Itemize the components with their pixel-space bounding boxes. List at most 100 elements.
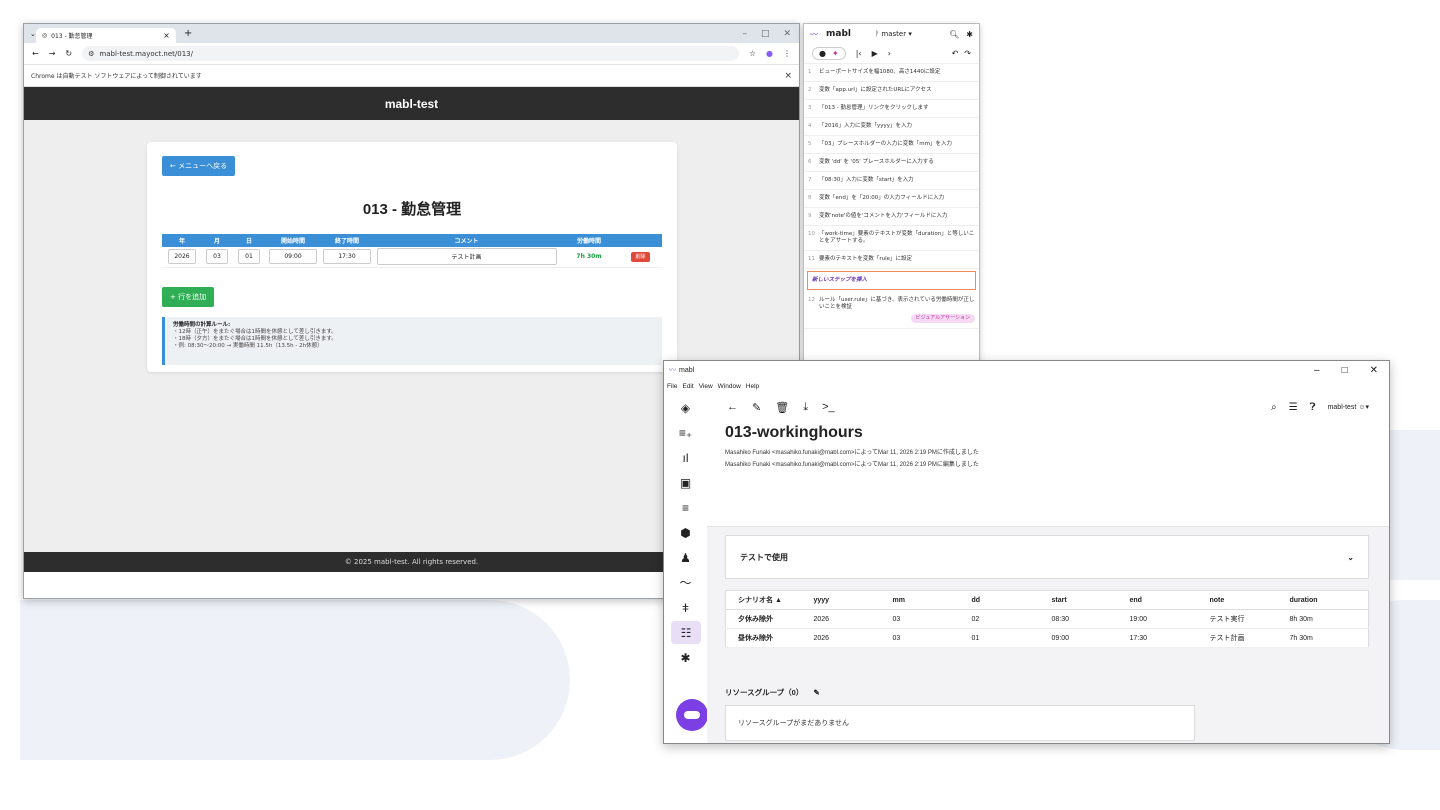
- mabl-logo-icon: 〰: [669, 367, 676, 374]
- search-icon[interactable]: 🔍︎: [949, 30, 959, 39]
- site-info-icon[interactable]: ⚙: [88, 50, 94, 58]
- table-row[interactable]: 昼休み除外 2026 03 01 09:00 17:30 テスト計画 7h 30…: [725, 628, 1369, 648]
- datatable-detail: ← ✎ 🗑︎ ⤓ >_ ⌕ ☰ ❓︎ mabl-test ☺▾ 013-work…: [707, 394, 1389, 743]
- start-time-input[interactable]: 09:00: [269, 249, 317, 265]
- plans-icon[interactable]: ≡: [664, 496, 707, 519]
- step-item[interactable]: 12 ルール「user.rule」に基づき、表示されている労働時間が正しいことを検…: [804, 292, 979, 329]
- maximize-icon[interactable]: □: [1342, 365, 1348, 376]
- used-in-tests-label: テストで使用: [740, 552, 788, 562]
- menu-file[interactable]: File: [667, 383, 677, 390]
- results-chart-icon[interactable]: ıl: [664, 446, 707, 469]
- rule-line: ・18時（夕方）をまたぐ場合は1時間を休憩として差し引きます。: [173, 336, 337, 342]
- step-item[interactable]: 3 「013 - 勤怠管理」リンクをクリックします: [804, 100, 979, 118]
- redo-icon[interactable]: ↷: [964, 49, 971, 58]
- address-bar-row: ← → ↻ ⚙ mabl-test.mayoct.net/013/ ☆ ● ⋮: [24, 43, 799, 65]
- chat-fab-button[interactable]: [676, 699, 708, 731]
- step-item[interactable]: 7 「08:30」入力に変数「start」を入力: [804, 172, 979, 190]
- step-item[interactable]: 8 変数「end」を「20:00」の入力フィールドに入力: [804, 190, 979, 208]
- forward-icon[interactable]: →: [49, 49, 56, 58]
- cell: 8h 30m: [1277, 609, 1369, 629]
- filter-icon[interactable]: ☰: [1289, 402, 1298, 413]
- record-icon[interactable]: ●: [819, 49, 826, 58]
- close-window-icon[interactable]: ✕: [783, 29, 791, 39]
- gear-icon[interactable]: ✱: [966, 30, 973, 39]
- col-scenario-name[interactable]: シナリオ名 ▲: [725, 590, 802, 610]
- comment-input[interactable]: テスト計画: [376, 248, 557, 266]
- step-item[interactable]: 1 ビューポートサイズを幅1080、高さ1440に設定: [804, 64, 979, 82]
- used-in-tests-panel[interactable]: テストで使用 ⌄: [725, 535, 1369, 579]
- help-icon[interactable]: ❓︎: [1310, 402, 1316, 413]
- maximize-icon[interactable]: □: [761, 29, 770, 39]
- accessibility-icon[interactable]: ǂ: [664, 596, 707, 619]
- edit-pencil-icon[interactable]: ✎: [752, 401, 761, 414]
- shield-icon[interactable]: ⬢: [664, 521, 707, 544]
- menu-edit[interactable]: Edit: [682, 383, 693, 390]
- calendar-icon[interactable]: ▣: [664, 471, 707, 494]
- back-icon[interactable]: ←: [32, 49, 39, 58]
- step-forward-icon[interactable]: ›: [888, 49, 891, 58]
- chevron-down-icon[interactable]: ⌄: [1347, 553, 1354, 562]
- trend-icon[interactable]: 〜: [664, 571, 707, 594]
- col-dd: dd: [959, 590, 1040, 610]
- cell: 08:30: [1039, 609, 1118, 629]
- bookmark-star-icon[interactable]: ☆: [749, 49, 756, 58]
- browser-tab[interactable]: ◎ 013 - 勤怠管理 ×: [35, 28, 176, 43]
- month-input[interactable]: 03: [206, 249, 228, 265]
- gear-icon[interactable]: ✱: [664, 646, 707, 669]
- user-menu[interactable]: mabl-test ☺▾: [1328, 403, 1369, 411]
- step-text: 「work-time」要素のテキストが変数「duration」と等しいことをアサ…: [819, 231, 975, 244]
- extension-icon[interactable]: ●: [766, 49, 773, 58]
- step-item[interactable]: 4 「2016」入力に変数「yyyy」を入力: [804, 118, 979, 136]
- step-item[interactable]: 5 「03」プレースホルダーの入力に変数「mm」を入力: [804, 136, 979, 154]
- year-input[interactable]: 2026: [168, 249, 196, 265]
- add-row-button[interactable]: + 行を追加: [162, 287, 215, 307]
- minimize-icon[interactable]: –: [1314, 365, 1320, 376]
- undo-icon[interactable]: ↶: [952, 49, 959, 58]
- cell: 19:00: [1117, 609, 1198, 629]
- trainer-controls: ● ✦ |‹ ▶ › ↶ ↷: [804, 44, 979, 64]
- close-window-icon[interactable]: ✕: [1370, 365, 1378, 376]
- delete-row-button[interactable]: 削除: [631, 252, 650, 263]
- step-item[interactable]: 2 変数「app.url」に設定されたURLにアクセス: [804, 82, 979, 100]
- close-infobar-icon[interactable]: ×: [784, 71, 792, 81]
- configuration-icon[interactable]: ☷: [671, 621, 701, 644]
- menu-window[interactable]: Window: [718, 383, 741, 390]
- col-mm: mm: [880, 590, 960, 610]
- table-row[interactable]: 夕休み除外 2026 03 02 08:30 19:00 テスト実行 8h 30…: [725, 609, 1369, 629]
- add-step-icon[interactable]: ✦: [832, 49, 839, 58]
- day-input[interactable]: 01: [238, 249, 260, 265]
- step-item[interactable]: 9 変数'note'の値を'コメントを入力'フィールドに入力: [804, 208, 979, 226]
- step-number: 11: [808, 256, 815, 262]
- close-tab-icon[interactable]: ×: [163, 31, 170, 40]
- workspace-logo-icon[interactable]: ◈: [664, 396, 707, 419]
- end-time-input[interactable]: 17:30: [323, 249, 371, 265]
- menu-view[interactable]: View: [699, 383, 713, 390]
- edit-pencil-icon[interactable]: ✎: [813, 688, 819, 697]
- cell: 03: [880, 609, 960, 629]
- new-test-icon[interactable]: ≡₊: [664, 421, 707, 444]
- back-arrow-icon[interactable]: ←: [727, 401, 738, 413]
- search-icon[interactable]: ⌕: [1271, 402, 1277, 413]
- branch-selector[interactable]: ᚹ master ▾: [875, 30, 912, 38]
- step-item[interactable]: 10 「work-time」要素のテキストが変数「duration」と等しいことを…: [804, 226, 979, 251]
- back-to-menu-button[interactable]: ← メニューへ戻る: [162, 156, 236, 176]
- tab-search-icon[interactable]: ⌄: [30, 30, 36, 38]
- reload-icon[interactable]: ↻: [65, 49, 72, 58]
- delete-trash-icon[interactable]: 🗑︎: [775, 401, 789, 414]
- bell-icon[interactable]: ♟: [664, 546, 707, 569]
- step-item[interactable]: 6 変数 'dd' を '05' プレースホルダーに入力する: [804, 154, 979, 172]
- insert-step-marker[interactable]: 新しいステップを挿入: [807, 271, 976, 290]
- new-tab-button[interactable]: +: [184, 28, 192, 39]
- more-menu-icon[interactable]: ⋮: [783, 49, 791, 58]
- minimize-icon[interactable]: –: [742, 29, 747, 39]
- url-field[interactable]: ⚙ mabl-test.mayoct.net/013/: [82, 46, 739, 61]
- menu-help[interactable]: Help: [746, 383, 759, 390]
- chat-icon: [684, 711, 700, 719]
- play-icon[interactable]: ▶: [872, 49, 878, 58]
- download-icon[interactable]: ⤓: [803, 401, 808, 414]
- col-duration: 労働時間: [559, 234, 619, 247]
- step-item[interactable]: 11 要素のテキストを変数「rule」に設定: [804, 251, 979, 269]
- record-toggle[interactable]: ● ✦: [812, 47, 846, 60]
- cli-icon[interactable]: >_: [822, 401, 835, 413]
- step-back-icon[interactable]: |‹: [856, 49, 862, 58]
